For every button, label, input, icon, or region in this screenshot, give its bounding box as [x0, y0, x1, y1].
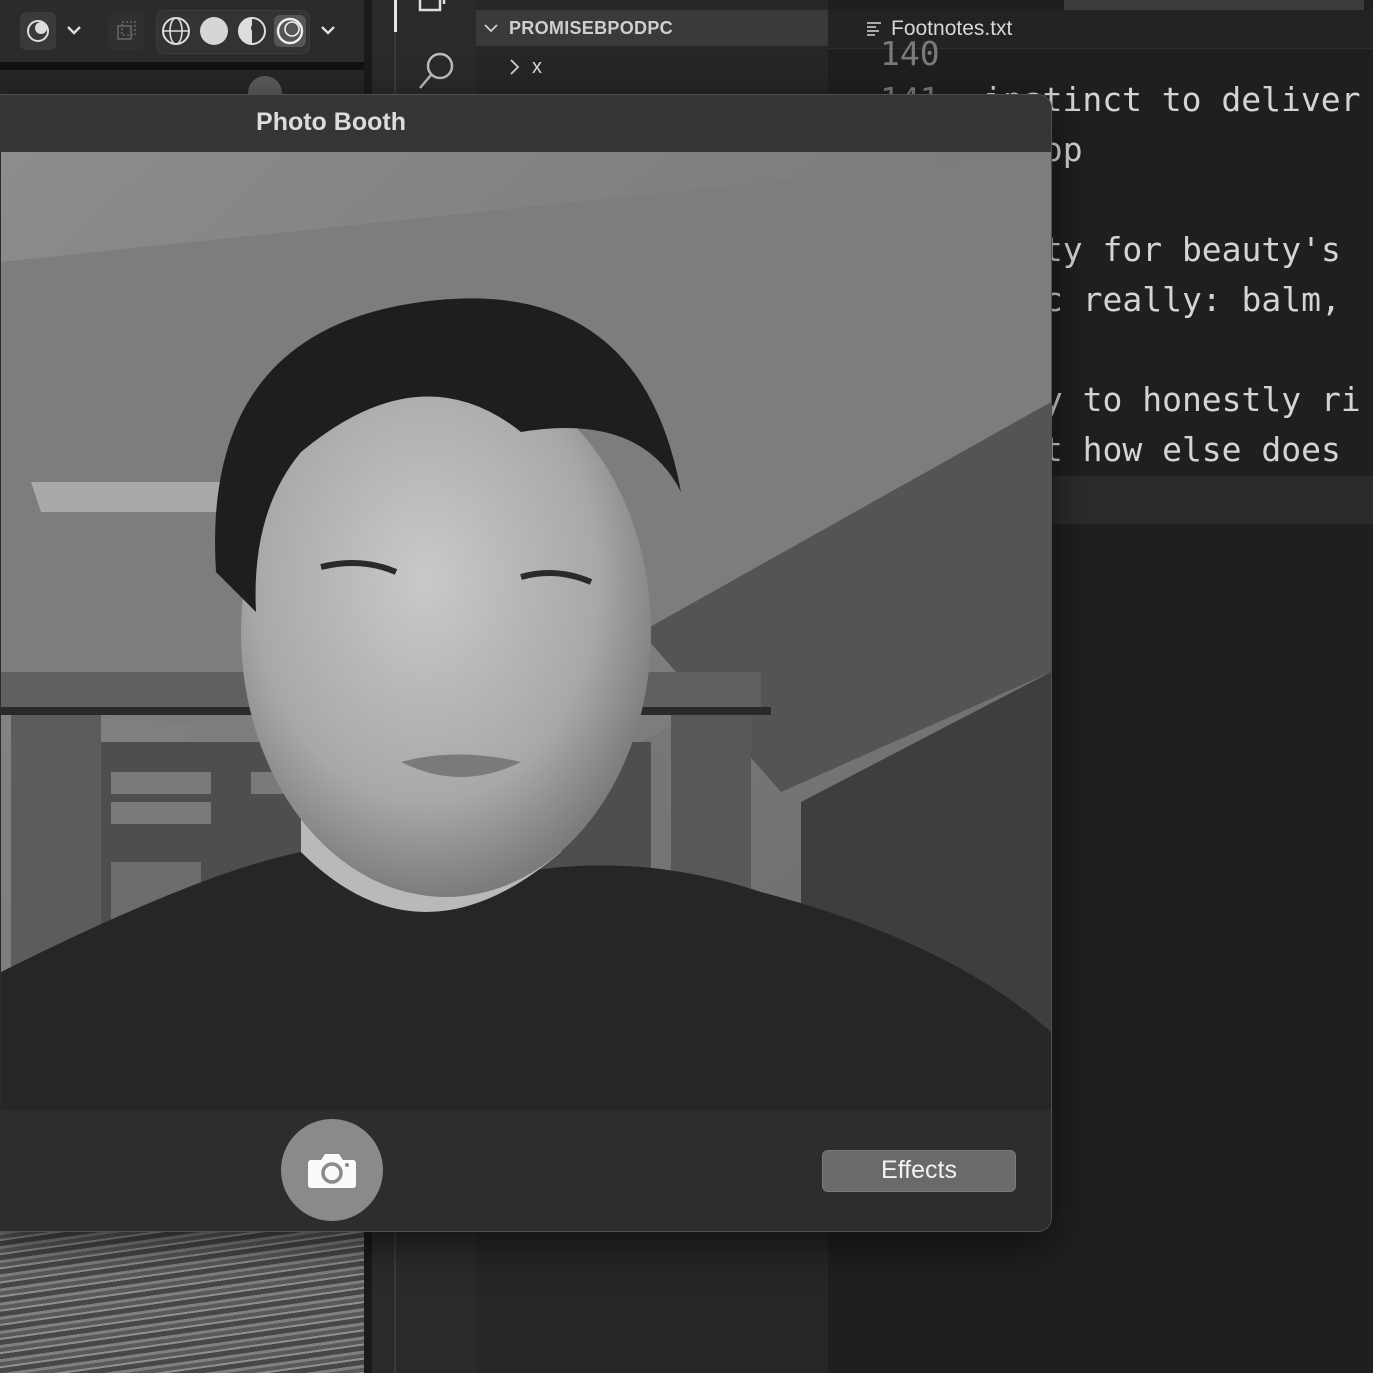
- code-line: /c really: balm,: [1023, 280, 1341, 319]
- code-line: ut how else does: [1023, 430, 1341, 469]
- background-app-strip: [0, 62, 364, 70]
- camera-icon: [308, 1154, 356, 1188]
- photo-booth-window: Photo Booth Effects: [0, 94, 1052, 1232]
- copy-icon: [117, 21, 136, 40]
- search-icon[interactable]: [414, 48, 458, 97]
- explorer-icon[interactable]: [416, 0, 452, 21]
- current-line-highlight: [1050, 476, 1373, 524]
- explorer-item-label: x: [532, 56, 542, 78]
- half-circle-icon[interactable]: [236, 15, 268, 47]
- copy-button[interactable]: [108, 12, 144, 50]
- explorer-root-folder[interactable]: PROMISEBPODPC: [476, 10, 828, 46]
- window-title: Photo Booth: [256, 108, 406, 136]
- chevron-right-icon: [510, 59, 520, 75]
- explorer-item[interactable]: x: [476, 50, 828, 84]
- view-mode-icon: [27, 20, 49, 42]
- explorer-root-label: PROMISEBPODPC: [509, 18, 673, 38]
- code-line: ry to honestly ri: [1023, 380, 1361, 419]
- chevron-down-icon[interactable]: [62, 18, 86, 47]
- chevron-down-icon: [484, 24, 498, 33]
- chevron-down-icon[interactable]: [316, 18, 340, 47]
- take-photo-button[interactable]: [281, 1119, 383, 1221]
- camera-feed-image: [1, 152, 1051, 1110]
- view-mode-button[interactable]: [20, 12, 56, 50]
- effects-button[interactable]: Effects: [822, 1150, 1016, 1192]
- title-bar[interactable]: Photo Booth: [0, 95, 1051, 153]
- line-number: 140: [880, 34, 940, 73]
- globe-icon[interactable]: [160, 15, 192, 47]
- activity-bar-active-indicator: [394, 0, 397, 32]
- background-thumbnail-image: [0, 1232, 364, 1373]
- background-app-toolbar: [0, 0, 372, 62]
- solid-circle-icon[interactable]: [198, 15, 230, 47]
- outline-circle-icon[interactable]: [274, 15, 306, 47]
- camera-preview: [1, 152, 1051, 1110]
- code-line: uty for beauty's: [1023, 230, 1341, 269]
